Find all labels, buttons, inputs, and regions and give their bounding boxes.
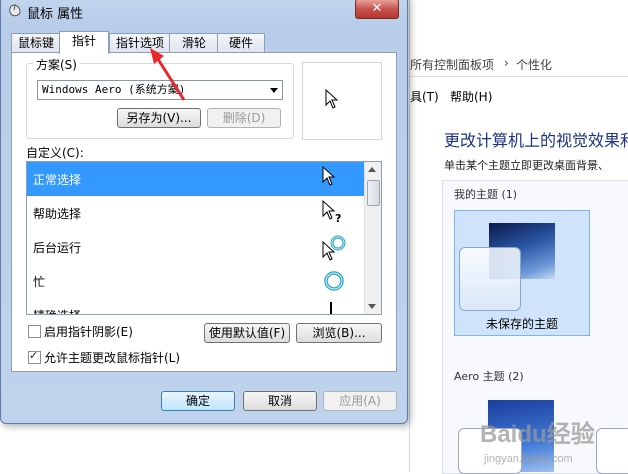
breadcrumb-all-items[interactable]: 所有控制面板项 xyxy=(410,56,494,73)
breadcrumb-personalization[interactable]: 个性化 xyxy=(516,56,552,73)
group-my-themes: 我的主题 (1) xyxy=(454,188,518,201)
busy-cursor-icon xyxy=(324,271,344,291)
theme-unsaved[interactable]: 未保存的主题 xyxy=(454,210,590,336)
annotation-arrow-icon xyxy=(150,48,186,101)
custom-label: 自定义(C): xyxy=(26,146,84,160)
arrow-cursor-icon xyxy=(322,166,336,186)
scroll-up-icon[interactable] xyxy=(368,167,376,172)
watermark-brand: Baidu经验 xyxy=(480,420,595,448)
scroll-thumb[interactable] xyxy=(367,180,380,206)
svg-text:?: ? xyxy=(335,212,341,224)
cursor-list-scrollbar[interactable] xyxy=(364,162,381,314)
precision-cursor-icon xyxy=(330,302,332,314)
baidu-watermark: Baidu经验 jingyan.baidu.com xyxy=(480,420,595,465)
ok-button[interactable]: 确定 xyxy=(161,391,235,411)
cursor-row-normal[interactable]: 正常选择 xyxy=(27,162,365,196)
menu-help[interactable]: 帮助(H) xyxy=(450,88,492,105)
cursor-row-label: 正常选择 xyxy=(33,173,82,187)
chevron-down-icon xyxy=(270,88,278,93)
save-as-button[interactable]: 另存为(V)... xyxy=(117,108,201,128)
working-cursor-icon xyxy=(322,235,346,261)
arrow-cursor-icon xyxy=(325,89,339,109)
scheme-legend: 方案(S) xyxy=(33,56,80,73)
watermark-url: jingyan.baidu.com xyxy=(483,453,573,465)
mouse-properties-dialog: 鼠标 属性 ✕ 鼠标键 指针 指针选项 滑轮 硬件 方案(S) Windows … xyxy=(0,0,408,424)
close-button[interactable]: ✕ xyxy=(355,0,399,19)
tab-buttons[interactable]: 鼠标键 xyxy=(11,33,61,52)
page-subheading: 单击某个主题立即更改桌面背景、 xyxy=(444,159,609,172)
apply-button[interactable]: 应用(A) xyxy=(323,391,397,411)
theme-unsaved-label: 未保存的主题 xyxy=(485,317,558,331)
cursor-list[interactable]: 正常选择 帮助选择 ? 后台运行 忙 xyxy=(26,161,382,315)
cursor-row-label: 忙 xyxy=(33,275,46,289)
menu-bar: 具(T) 帮助(H) xyxy=(410,86,628,106)
browse-button[interactable]: 浏览(B)... xyxy=(296,323,382,343)
enable-shadow-label[interactable]: 启用指针阴影(E) xyxy=(44,323,133,340)
menu-tools[interactable]: 具(T) xyxy=(410,88,439,105)
tab-hardware[interactable]: 硬件 xyxy=(217,33,265,52)
cursor-preview xyxy=(302,62,382,140)
cursor-row-working[interactable]: 后台运行 xyxy=(27,230,365,264)
page-heading: 更改计算机上的视觉效果和 xyxy=(444,131,628,150)
theme-glass-swatch xyxy=(459,247,521,311)
use-default-button[interactable]: 使用默认值(F) xyxy=(204,323,290,343)
cursor-row-precision[interactable]: 精确选择 xyxy=(27,298,365,314)
pointers-tab-panel: 方案(S) Windows Aero (系统方案) 另存为(V)... 删除(D… xyxy=(11,52,397,372)
address-bar[interactable]: 所有控制面板项 › 个性化 xyxy=(410,50,628,77)
allow-theme-checkbox[interactable] xyxy=(28,349,41,364)
enable-shadow-checkbox[interactable] xyxy=(28,325,41,338)
dialog-title: 鼠标 属性 xyxy=(27,7,84,22)
group-aero-themes: Aero 主题 (2) xyxy=(454,370,524,383)
mouse-icon xyxy=(9,4,21,17)
delete-button[interactable]: 删除(D) xyxy=(207,108,281,128)
breadcrumb-separator: › xyxy=(504,56,509,70)
cursor-row-label: 帮助选择 xyxy=(33,207,82,221)
scroll-down-icon[interactable] xyxy=(368,304,376,309)
allow-theme-label[interactable]: 允许主题更改鼠标指针(L) xyxy=(44,349,180,366)
help-cursor-icon: ? xyxy=(322,200,341,224)
cursor-row-label: 后台运行 xyxy=(33,241,82,255)
title-bar[interactable]: 鼠标 属性 ✕ xyxy=(1,0,407,22)
cursor-row-label: 精确选择 xyxy=(33,307,81,314)
cursor-row-help[interactable]: 帮助选择 ? xyxy=(27,196,365,230)
cancel-button[interactable]: 取消 xyxy=(243,391,317,411)
cursor-row-busy[interactable]: 忙 xyxy=(27,264,365,298)
tab-pointers[interactable]: 指针 xyxy=(59,31,109,54)
